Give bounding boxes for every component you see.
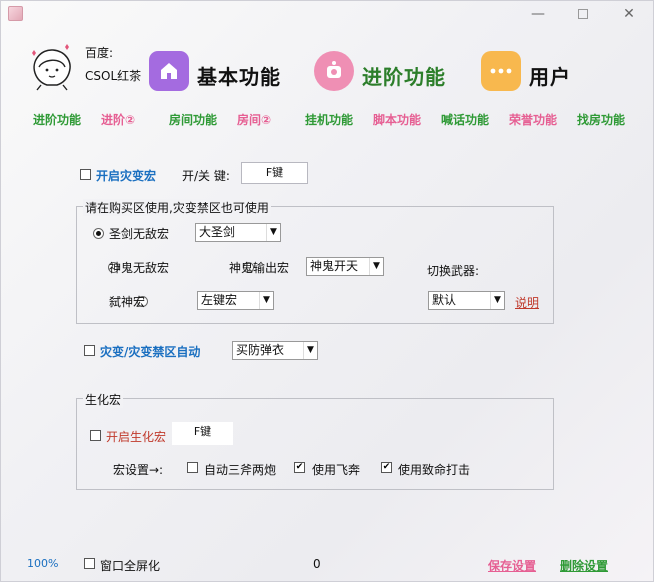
zoom-level: 100% xyxy=(27,557,59,570)
minimize-button[interactable]: — xyxy=(516,4,560,24)
enable-bio-macro-label: 开启生化宏 xyxy=(106,430,167,444)
counter-value: 0 xyxy=(313,557,321,571)
nav-advanced-2[interactable]: 进阶② xyxy=(101,111,135,128)
tab-basic-functions[interactable]: 基本功能 xyxy=(197,61,281,90)
chevron-down-icon: ▼ xyxy=(490,292,504,309)
auto-zone-checkbox[interactable] xyxy=(84,345,95,356)
bio-group-title: 生化宏 xyxy=(83,391,124,408)
ghost-output-label: 神鬼输出宏 xyxy=(229,261,290,275)
nav-advanced[interactable]: 进阶功能 xyxy=(33,111,81,128)
godslayer-select-value: 左键宏 xyxy=(201,293,238,307)
enable-bio-macro-checkbox[interactable] xyxy=(90,430,101,441)
nav-script[interactable]: 脚本功能 xyxy=(373,111,421,128)
bio-key-input[interactable]: F键 xyxy=(172,422,233,445)
maximize-button[interactable] xyxy=(561,4,605,24)
holy-sword-label: 圣剑无敌宏 xyxy=(109,227,170,241)
close-icon[interactable]: ✕ xyxy=(607,4,651,24)
baidu-label: 百度: xyxy=(85,46,114,60)
enable-disaster-macro-checkbox[interactable] xyxy=(80,169,91,180)
fullscreen-label: 窗口全屏化 xyxy=(100,559,161,573)
home-icon[interactable] xyxy=(149,51,189,91)
auto-zone-select-value: 买防弹衣 xyxy=(236,343,285,357)
disaster-key-input[interactable]: F键 xyxy=(241,162,308,184)
ghost-invincible-label: 神鬼无敌宏 xyxy=(109,261,170,275)
auto-zone-label: 灾变/灾变禁区自动 xyxy=(100,345,201,359)
fullscreen-checkbox[interactable] xyxy=(84,558,95,569)
ghost-output-select[interactable]: 神鬼开天 ▼ xyxy=(306,257,384,276)
godslayer-label: 弑神宏 xyxy=(109,295,146,309)
user-name-label: CSOL红茶 xyxy=(85,69,142,83)
chevron-down-icon: ▼ xyxy=(369,258,383,275)
chevron-down-icon: ▼ xyxy=(259,292,273,309)
holy-sword-select-value: 大圣剑 xyxy=(199,225,236,239)
delete-settings-button[interactable]: 删除设置 xyxy=(560,557,608,574)
nav-shout[interactable]: 喊话功能 xyxy=(441,111,489,128)
avatar xyxy=(27,43,77,91)
chevron-down-icon: ▼ xyxy=(266,224,280,241)
purchase-group-title: 请在购买区使用,灾变禁区也可使用 xyxy=(83,199,271,216)
use-crit-label: 使用致命打击 xyxy=(398,463,471,477)
ghost-output-select-value: 神鬼开天 xyxy=(310,259,359,273)
weapon-select[interactable]: 默认 ▼ xyxy=(428,291,505,310)
app-window: — ✕ 百度: CSOL红茶 基本功能 进阶功能 用户 进阶功能 进阶② 房间功… xyxy=(0,0,654,582)
macro-settings-label: 宏设置→: xyxy=(113,463,164,477)
save-settings-button[interactable]: 保存设置 xyxy=(488,557,536,574)
nav-find-room[interactable]: 找房功能 xyxy=(577,111,625,128)
enable-disaster-macro-label: 开启灾变宏 xyxy=(96,169,157,183)
more-dots-icon[interactable] xyxy=(481,51,521,91)
switch-weapon-label: 切换武器: xyxy=(427,264,480,278)
holy-sword-select[interactable]: 大圣剑 ▼ xyxy=(195,223,281,242)
use-sprint-label: 使用飞奔 xyxy=(312,463,361,477)
nav-room-2[interactable]: 房间② xyxy=(237,111,271,128)
use-sprint-checkbox[interactable]: ✔ xyxy=(294,462,305,473)
use-crit-checkbox[interactable]: ✔ xyxy=(381,462,392,473)
auto-axe-checkbox[interactable] xyxy=(187,462,198,473)
nav-idle[interactable]: 挂机功能 xyxy=(305,111,353,128)
tab-user[interactable]: 用户 xyxy=(529,61,571,90)
chevron-down-icon: ▼ xyxy=(303,342,317,359)
radio-holy-sword[interactable] xyxy=(93,228,104,239)
nav-honor[interactable]: 荣誉功能 xyxy=(509,111,557,128)
app-icon xyxy=(8,6,23,21)
godslayer-select[interactable]: 左键宏 ▼ xyxy=(197,291,274,310)
nav-room[interactable]: 房间功能 xyxy=(169,111,217,128)
title-bar: — ✕ xyxy=(1,1,653,27)
record-icon[interactable] xyxy=(314,51,354,91)
weapon-select-value: 默认 xyxy=(432,293,457,307)
auto-zone-select[interactable]: 买防弹衣 ▼ xyxy=(232,341,318,360)
tab-advanced-functions[interactable]: 进阶功能 xyxy=(362,61,446,90)
help-link[interactable]: 说明 xyxy=(515,294,539,311)
toggle-key-label: 开/关 键: xyxy=(182,169,230,183)
auto-axe-label: 自动三斧两炮 xyxy=(204,463,277,477)
